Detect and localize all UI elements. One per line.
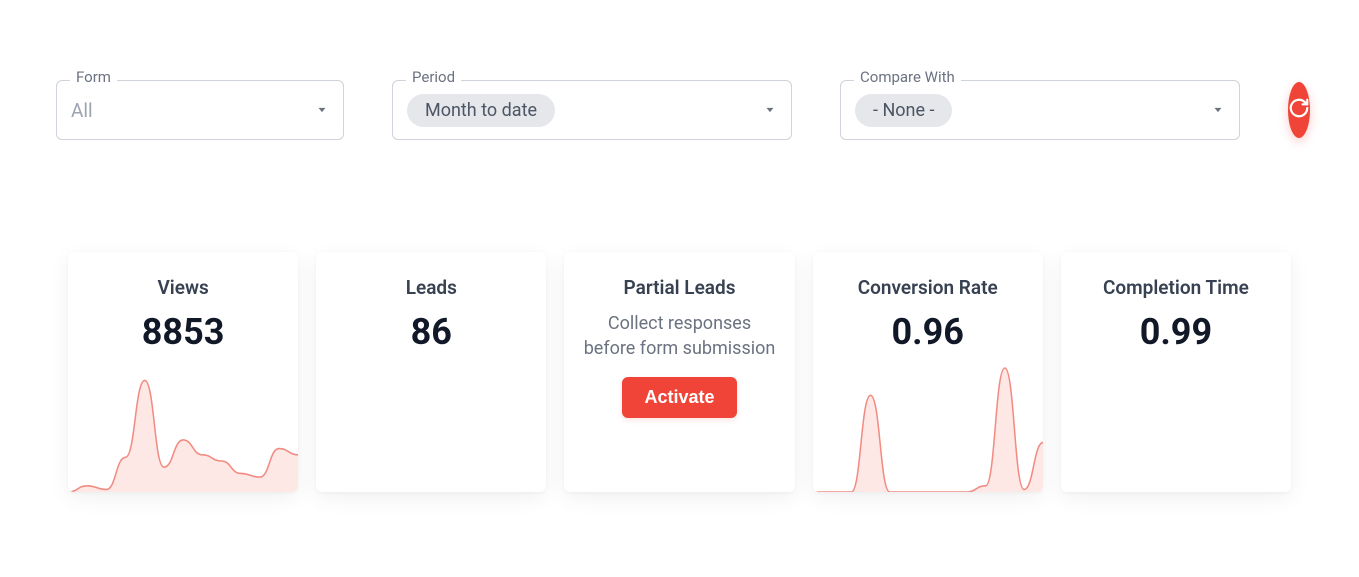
views-card-title: Views xyxy=(157,276,208,299)
views-card-value: 8853 xyxy=(142,311,225,353)
filters-row: Form All Period Month to date Compare Wi… xyxy=(56,80,1303,140)
conversion-rate-card: Conversion Rate 0.96 xyxy=(813,252,1043,492)
compare-filter: Compare With - None - xyxy=(840,80,1240,140)
views-card: Views 8853 xyxy=(68,252,298,492)
views-sparkline xyxy=(68,362,298,492)
chevron-down-icon xyxy=(763,103,777,117)
form-filter-value: All xyxy=(71,99,93,122)
form-filter: Form All xyxy=(56,80,344,140)
conversion-rate-card-value: 0.96 xyxy=(892,311,964,353)
leads-card-value: 86 xyxy=(411,311,452,353)
partial-leads-card-title: Partial Leads xyxy=(624,276,736,299)
completion-time-card-value: 0.99 xyxy=(1140,311,1212,353)
compare-filter-select[interactable]: - None - xyxy=(840,80,1240,140)
activate-button[interactable]: Activate xyxy=(622,377,736,418)
chevron-down-icon xyxy=(315,103,329,117)
compare-filter-label: Compare With xyxy=(854,70,961,85)
partial-leads-card: Partial Leads Collect responses before f… xyxy=(564,252,794,492)
period-filter: Period Month to date xyxy=(392,80,792,140)
period-filter-label: Period xyxy=(406,70,461,85)
completion-time-card-title: Completion Time xyxy=(1103,276,1249,299)
compare-filter-chip: - None - xyxy=(855,94,952,127)
refresh-icon xyxy=(1288,97,1310,123)
period-filter-select[interactable]: Month to date xyxy=(392,80,792,140)
conversion-rate-sparkline xyxy=(813,362,1043,492)
leads-card-title: Leads xyxy=(406,276,457,299)
form-filter-select[interactable]: All xyxy=(56,80,344,140)
form-filter-label: Form xyxy=(70,70,117,85)
partial-leads-card-desc: Collect responses before form submission xyxy=(580,311,778,361)
stats-cards-row: Views 8853 Leads 86 Partial Leads Collec… xyxy=(56,252,1303,492)
refresh-button[interactable] xyxy=(1288,82,1310,138)
chevron-down-icon xyxy=(1211,103,1225,117)
completion-time-card: Completion Time 0.99 xyxy=(1061,252,1291,492)
period-filter-chip: Month to date xyxy=(407,94,555,127)
conversion-rate-card-title: Conversion Rate xyxy=(858,276,998,299)
leads-card: Leads 86 xyxy=(316,252,546,492)
